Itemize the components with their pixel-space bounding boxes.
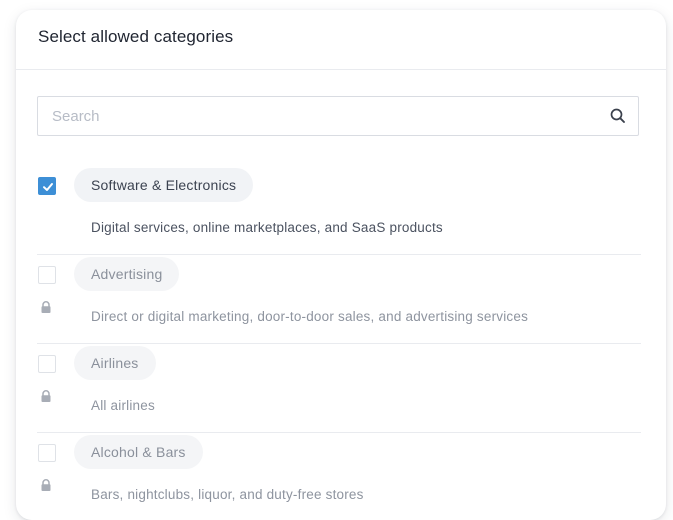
category-description: All airlines: [91, 398, 155, 413]
lock-icon: [41, 301, 51, 313]
category-description: Direct or digital marketing, door-to-doo…: [91, 309, 529, 324]
search-input[interactable]: [38, 97, 598, 135]
category-item-alcohol-bars: Alcohol & Bars Bars, nightclubs, liquor,…: [37, 433, 641, 520]
category-label: Software & Electronics: [74, 168, 254, 202]
category-label: Alcohol & Bars: [74, 435, 203, 469]
category-checkbox-airlines[interactable]: [38, 355, 56, 373]
category-checkbox-advertising[interactable]: [38, 266, 56, 284]
search-icon[interactable]: [608, 106, 628, 126]
panel-header: Select allowed categories: [16, 10, 666, 70]
lock-icon: [41, 479, 51, 491]
panel-title: Select allowed categories: [38, 27, 234, 46]
category-label: Airlines: [74, 346, 156, 380]
check-icon: [43, 183, 53, 191]
category-item-advertising: Advertising Direct or digital marketing,…: [37, 255, 641, 344]
category-list: Software & Electronics Digital services,…: [37, 166, 641, 520]
lock-icon: [41, 390, 51, 402]
category-checkbox-software-electronics[interactable]: [38, 177, 56, 195]
category-item-airlines: Airlines All airlines: [37, 344, 641, 433]
category-description: Digital services, online marketplaces, a…: [91, 220, 443, 235]
search-box[interactable]: [37, 96, 639, 136]
category-item-software-electronics: Software & Electronics Digital services,…: [37, 166, 641, 255]
category-label: Advertising: [74, 257, 180, 291]
category-checkbox-alcohol-bars[interactable]: [38, 444, 56, 462]
category-selection-panel: Select allowed categories Software & Ele…: [16, 10, 666, 520]
category-description: Bars, nightclubs, liquor, and duty-free …: [91, 487, 364, 502]
